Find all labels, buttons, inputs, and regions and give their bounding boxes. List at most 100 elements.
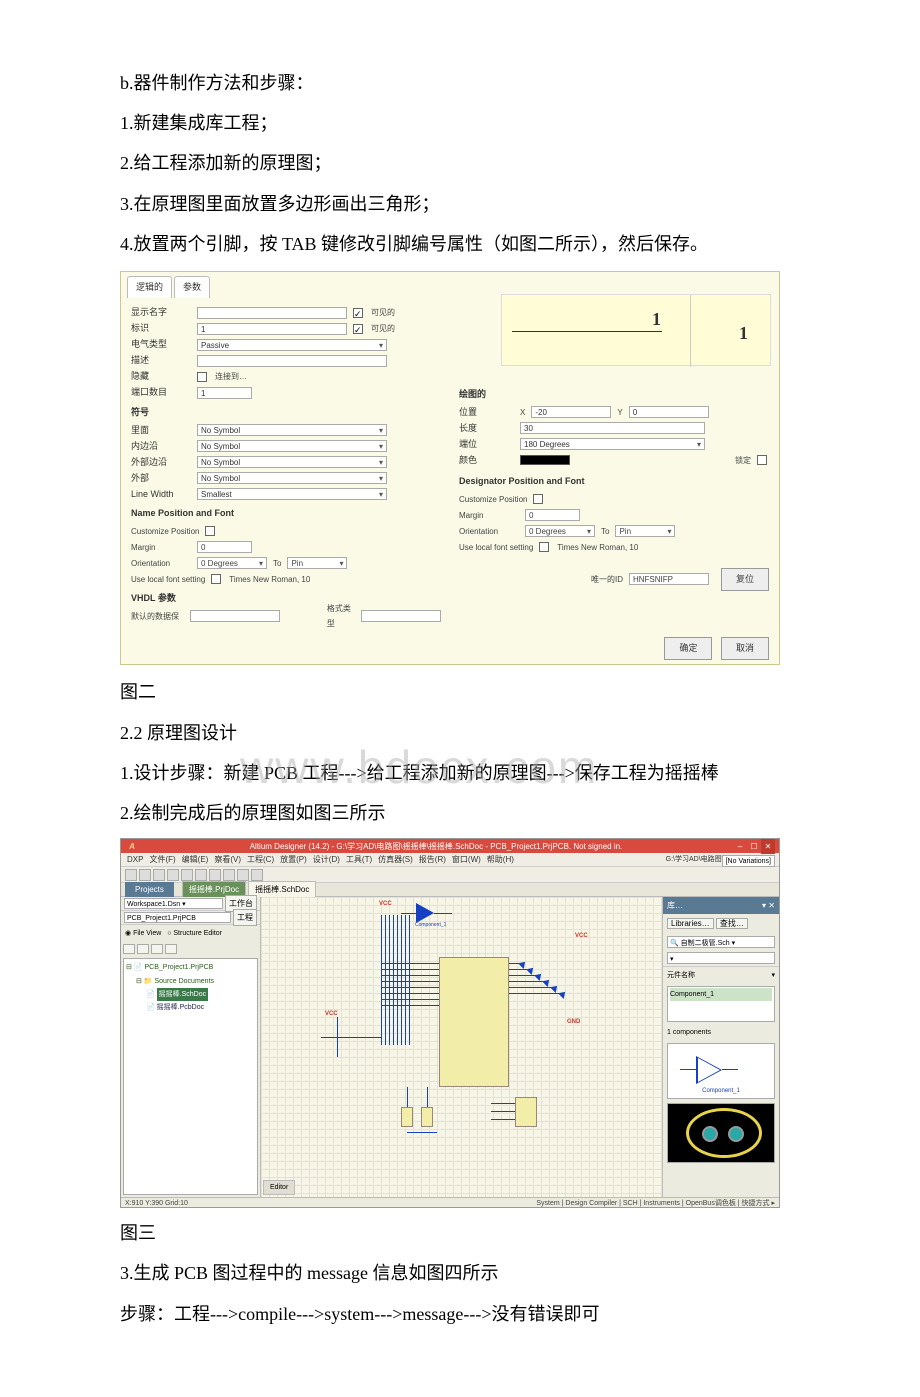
- menu-view[interactable]: 察看(V): [214, 852, 241, 867]
- project-field[interactable]: PCB_Project1.PrjPCB: [124, 912, 231, 923]
- field-format-type[interactable]: [361, 610, 441, 622]
- status-right[interactable]: System | Design Compiler | SCH | Instrum…: [536, 1197, 775, 1208]
- check-customize-2[interactable]: [533, 494, 543, 504]
- menu-project[interactable]: 工程(C): [247, 852, 274, 867]
- field-margin-2[interactable]: 0: [525, 509, 580, 521]
- label-format-type: 格式类型: [327, 601, 355, 631]
- menu-tools[interactable]: 工具(T): [346, 852, 372, 867]
- variations-combo[interactable]: [No Variations]: [722, 855, 775, 867]
- panel-title-projects[interactable]: Projects: [125, 882, 174, 897]
- check-designator-visible[interactable]: [353, 324, 363, 334]
- label-customize-1: Customize Position: [131, 524, 199, 539]
- combo-elec-type[interactable]: Passive: [197, 339, 387, 351]
- combo-outside[interactable]: No Symbol: [197, 472, 387, 484]
- radio-file-view[interactable]: ◉ File View: [125, 930, 161, 937]
- field-length[interactable]: 30: [520, 422, 705, 434]
- label-use-local-1: Use local font setting: [131, 572, 205, 587]
- combo-inside-edge[interactable]: No Symbol: [197, 440, 387, 452]
- field-designator[interactable]: 1: [197, 323, 347, 335]
- menu-simulator[interactable]: 仿真器(S): [378, 852, 413, 867]
- project-button[interactable]: 工程: [233, 909, 257, 926]
- minimize-button[interactable]: –: [733, 839, 747, 854]
- label-inside-edge: 内边沿: [131, 438, 191, 455]
- menu-help[interactable]: 帮助(H): [487, 852, 514, 867]
- field-margin-1[interactable]: 0: [197, 541, 252, 553]
- field-port-count[interactable]: 1: [197, 387, 252, 399]
- status-bar: X:910 Y:390 Grid:10 System | Design Comp…: [121, 1197, 779, 1208]
- combo-orientation-2[interactable]: 0 Degrees: [525, 525, 595, 537]
- field-description[interactable]: [197, 355, 387, 367]
- panel-button[interactable]: [165, 944, 177, 954]
- check-use-local-2[interactable]: [539, 542, 549, 552]
- toolbar-icon[interactable]: [167, 869, 179, 881]
- combo-orient[interactable]: 180 Degrees: [520, 438, 705, 450]
- cancel-button[interactable]: 取消: [721, 637, 769, 660]
- label-customize-2: Customize Position: [459, 492, 527, 507]
- toolbar-icon[interactable]: [125, 869, 137, 881]
- combo-to-1[interactable]: Pin: [287, 557, 347, 569]
- panel-button[interactable]: [123, 944, 135, 954]
- combo-to-2[interactable]: Pin: [615, 525, 675, 537]
- section-designator-font: Designator Position and Font: [459, 473, 769, 490]
- menu-place[interactable]: 放置(P): [280, 852, 307, 867]
- toolbar-icon[interactable]: [153, 869, 165, 881]
- maximize-button[interactable]: ☐: [747, 839, 761, 854]
- field-pos-y[interactable]: 0: [629, 406, 709, 418]
- menu-dxp[interactable]: DXP: [127, 852, 143, 867]
- menu-design[interactable]: 设计(D): [313, 852, 340, 867]
- menu-file[interactable]: 文件(F): [149, 852, 175, 867]
- menu-edit[interactable]: 编辑(E): [182, 852, 209, 867]
- toolbar-icon[interactable]: [251, 869, 263, 881]
- preview-designator-main: 1: [652, 309, 661, 330]
- field-unique-id[interactable]: HNFSNIFP: [629, 573, 709, 585]
- libraries-button[interactable]: Libraries…: [667, 918, 714, 929]
- check-use-local-1[interactable]: [211, 574, 221, 584]
- label-locked: 锁定: [735, 453, 751, 468]
- ok-button[interactable]: 确定: [664, 637, 712, 660]
- radio-structure-editor[interactable]: ○ Structure Editor: [167, 930, 222, 937]
- field-default-data[interactable]: [190, 610, 280, 622]
- component-list[interactable]: Component_1: [667, 986, 775, 1022]
- toolbar-icon[interactable]: [139, 869, 151, 881]
- workspace-field[interactable]: Workspace1.Dsn ▾: [124, 898, 223, 909]
- menu-reports[interactable]: 报告(R): [419, 852, 446, 867]
- library-combo[interactable]: 🔍 自制二极管.Sch ▾: [667, 936, 775, 948]
- close-button[interactable]: ✕: [761, 839, 775, 854]
- section-name-font: Name Position and Font: [131, 505, 441, 522]
- combo-orientation-1[interactable]: 0 Degrees: [197, 557, 267, 569]
- toolbar-icon[interactable]: [237, 869, 249, 881]
- combo-inside[interactable]: No Symbol: [197, 424, 387, 436]
- section-vhdl: VHDL 参数: [131, 590, 441, 607]
- toolbar-icon[interactable]: [195, 869, 207, 881]
- tab-parameters[interactable]: 参数: [174, 276, 210, 298]
- field-pos-x[interactable]: -20: [531, 406, 611, 418]
- project-tree[interactable]: ⊟ 📄 PCB_Project1.PrjPCB ⊟ 📁 Source Docum…: [123, 958, 258, 1195]
- panel-button[interactable]: [151, 944, 163, 954]
- combo-line-width[interactable]: Smallest: [197, 488, 387, 500]
- toolbar-icon[interactable]: [209, 869, 221, 881]
- menu-window[interactable]: 窗口(W): [452, 852, 481, 867]
- check-display-visible[interactable]: [353, 308, 363, 318]
- filter-field[interactable]: ▾: [667, 952, 775, 964]
- preview-designator-side: 1: [739, 323, 748, 344]
- combo-outside-edge[interactable]: No Symbol: [197, 456, 387, 468]
- panel-close-icon[interactable]: ▾ ✕: [762, 898, 775, 913]
- label-times-2: Times New Roman, 10: [557, 540, 638, 555]
- net-vcc: VCC: [379, 899, 392, 910]
- check-customize-1[interactable]: [205, 526, 215, 536]
- field-display-name[interactable]: [197, 307, 347, 319]
- schematic-canvas[interactable]: Component_1 VCC VCC VCC GND: [261, 897, 663, 1197]
- toolbar-icon[interactable]: [181, 869, 193, 881]
- editor-tab[interactable]: Editor: [263, 1180, 295, 1195]
- document-tab[interactable]: 摇摇棒.SchDoc: [248, 881, 316, 898]
- find-button[interactable]: 查找…: [716, 918, 748, 929]
- step-2: 2.给工程添加新的原理图；: [120, 146, 840, 180]
- check-locked[interactable]: [757, 455, 767, 465]
- color-swatch[interactable]: [520, 455, 570, 465]
- toolbar-icon[interactable]: [223, 869, 235, 881]
- check-hide[interactable]: [197, 372, 207, 382]
- tab-logical[interactable]: 逻辑的: [127, 276, 172, 298]
- panel-button[interactable]: [137, 944, 149, 954]
- label-use-local-2: Use local font setting: [459, 540, 533, 555]
- reset-button[interactable]: 复位: [721, 568, 769, 591]
